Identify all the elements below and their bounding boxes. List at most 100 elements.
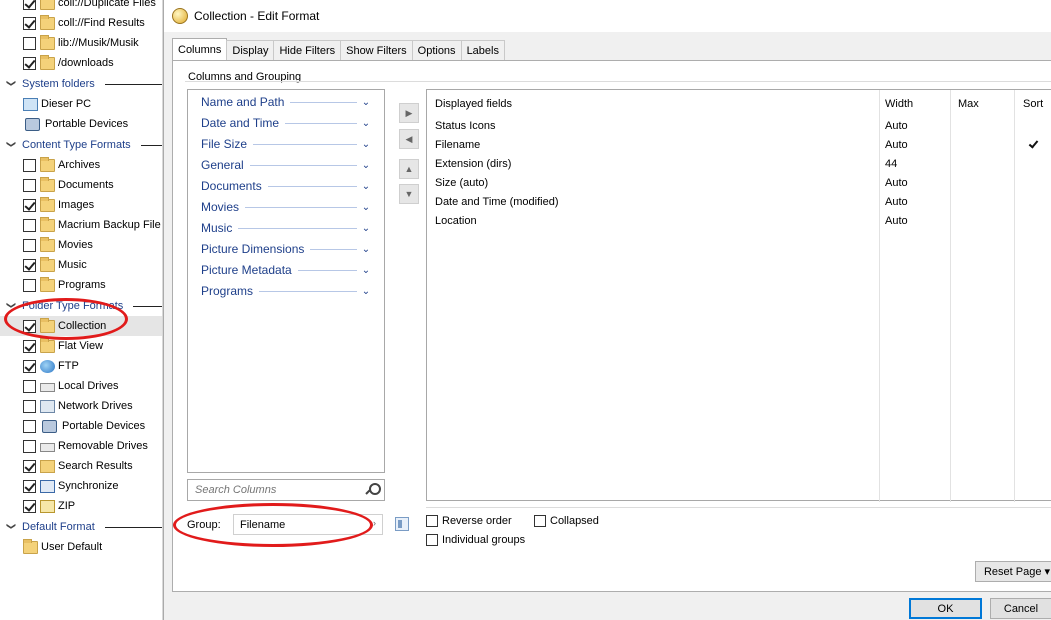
tree-item-lib-musik-musik[interactable]: lib://Musik/Musik (0, 33, 162, 53)
reverse-order-option[interactable]: Reverse order (426, 515, 512, 527)
field-row[interactable]: Extension (dirs) 44 (427, 155, 1051, 174)
reverse-order-checkbox[interactable] (426, 515, 438, 527)
chevron-down-icon[interactable]: ⌄ (361, 244, 371, 255)
chevron-down-icon[interactable]: ⌄ (361, 265, 371, 276)
column-category-item[interactable]: File Size ⌄ (201, 135, 371, 153)
tree-item-checkbox[interactable] (23, 459, 36, 473)
tree-item-checkbox[interactable] (23, 439, 36, 453)
tree-group-header[interactable]: ❯ Default Format (0, 517, 162, 537)
tab-show-filters[interactable]: Show Filters (340, 40, 413, 60)
column-category-item[interactable]: General ⌄ (201, 156, 371, 174)
tree-item-archives[interactable]: Archives (0, 155, 162, 175)
tree-item-synchronize[interactable]: Synchronize (0, 476, 162, 496)
tree-item-user-default[interactable]: User Default (0, 537, 162, 557)
tree-item-checkbox[interactable] (23, 499, 36, 513)
chevron-down-icon[interactable]: ❯ (6, 522, 17, 532)
chevron-down-icon[interactable]: ⌄ (361, 160, 371, 171)
tree-item-checkbox[interactable] (23, 198, 36, 212)
group-settings-icon[interactable] (395, 517, 409, 531)
tree-item-movies[interactable]: Movies (0, 235, 162, 255)
chevron-down-icon[interactable]: ⌄ (361, 181, 371, 192)
chevron-down-icon[interactable]: ⌄ (361, 97, 371, 108)
tree-item-documents[interactable]: Documents (0, 175, 162, 195)
tree-item-portable-devices[interactable]: Portable Devices (0, 114, 162, 134)
field-row[interactable]: Location Auto (427, 212, 1051, 231)
tree-item-checkbox[interactable] (23, 479, 36, 493)
column-category-item[interactable]: Programs ⌄ (201, 282, 371, 300)
add-column-button[interactable]: ▶ (399, 103, 419, 123)
tree-item-dieser-pc[interactable]: Dieser PC (0, 94, 162, 114)
tab-columns[interactable]: Columns (172, 38, 228, 60)
tree-item-zip[interactable]: ZIP (0, 496, 162, 516)
tree-item-music[interactable]: Music (0, 255, 162, 275)
column-category-item[interactable]: Movies ⌄ (201, 198, 371, 216)
chevron-down-icon[interactable]: ⌄ (361, 118, 371, 129)
header-displayed-fields[interactable]: Displayed fields (435, 98, 512, 110)
tree-item-local-drives[interactable]: Local Drives (0, 376, 162, 396)
tree-item-images[interactable]: Images (0, 195, 162, 215)
tree-item-checkbox[interactable] (23, 0, 36, 10)
column-category-item[interactable]: Picture Dimensions ⌄ (201, 240, 371, 258)
chevron-down-icon[interactable]: ⌄ (361, 223, 371, 234)
tree-item-programs[interactable]: Programs (0, 275, 162, 295)
tree-item-checkbox[interactable] (23, 218, 36, 232)
tree-item-checkbox[interactable] (23, 56, 36, 70)
chevron-down-icon[interactable]: ⌄ (361, 202, 371, 213)
move-up-button[interactable]: ▲ (399, 159, 419, 179)
tree-item-macrium-backup-file[interactable]: Macrium Backup File (0, 215, 162, 235)
tree-item-checkbox[interactable] (23, 339, 36, 353)
column-category-item[interactable]: Music ⌄ (201, 219, 371, 237)
search-icon[interactable] (366, 483, 381, 495)
search-columns-box[interactable] (187, 479, 385, 501)
tree-item-checkbox[interactable] (23, 399, 36, 413)
tab-labels[interactable]: Labels (460, 40, 505, 60)
chevron-down-icon[interactable]: ⌄ (361, 139, 371, 150)
move-down-button[interactable]: ▼ (399, 184, 419, 204)
tree-item-removable-drives[interactable]: Removable Drives (0, 436, 162, 456)
collapsed-option[interactable]: Collapsed (534, 515, 599, 527)
tree-item-coll-find-results[interactable]: coll://Find Results (0, 13, 162, 33)
tree-item-checkbox[interactable] (23, 359, 36, 373)
tree-item-downloads[interactable]: /downloads (0, 53, 162, 73)
tree-group-header[interactable]: ❯ Content Type Formats (0, 135, 162, 155)
tree-item-coll-duplicate-files[interactable]: coll://Duplicate Files (0, 0, 162, 13)
remove-column-button[interactable]: ◀ (399, 129, 419, 149)
header-width[interactable]: Width (885, 98, 913, 110)
cancel-button[interactable]: Cancel (990, 598, 1051, 619)
field-row[interactable]: Filename Auto (427, 136, 1051, 155)
tree-group-header[interactable]: ❯ System folders (0, 74, 162, 94)
collapsed-checkbox[interactable] (534, 515, 546, 527)
tree-item-checkbox[interactable] (23, 419, 36, 433)
tree-item-checkbox[interactable] (23, 158, 36, 172)
field-row[interactable]: Size (auto) Auto (427, 174, 1051, 193)
individual-groups-checkbox[interactable] (426, 534, 438, 546)
field-row[interactable]: Date and Time (modified) Auto (427, 193, 1051, 212)
chevron-down-icon[interactable]: ❯ (6, 79, 17, 89)
tab-hide-filters[interactable]: Hide Filters (273, 40, 342, 60)
column-category-item[interactable]: Date and Time ⌄ (201, 114, 371, 132)
tree-item-ftp[interactable]: FTP (0, 356, 162, 376)
reset-page-button[interactable]: Reset Page ▾ (975, 561, 1051, 582)
tab-display[interactable]: Display (226, 40, 275, 60)
column-category-item[interactable]: Picture Metadata ⌄ (201, 261, 371, 279)
column-category-item[interactable]: Documents ⌄ (201, 177, 371, 195)
tree-item-checkbox[interactable] (23, 258, 36, 272)
header-sort[interactable]: Sort (1023, 98, 1043, 110)
tree-item-search-results[interactable]: Search Results (0, 456, 162, 476)
chevron-down-icon[interactable]: ⌄ (361, 286, 371, 297)
ok-button[interactable]: OK (909, 598, 982, 619)
chevron-down-icon[interactable]: ❯ (6, 140, 17, 150)
tree-item-checkbox[interactable] (23, 16, 36, 30)
individual-groups-option[interactable]: Individual groups (426, 534, 525, 546)
tree-item-checkbox[interactable] (23, 178, 36, 192)
column-category-item[interactable]: Name and Path ⌄ (201, 93, 371, 111)
tree-item-portable-devices[interactable]: Portable Devices (0, 416, 162, 436)
tree-item-checkbox[interactable] (23, 238, 36, 252)
header-max[interactable]: Max (958, 98, 979, 110)
tree-item-checkbox[interactable] (23, 379, 36, 393)
tab-options[interactable]: Options (411, 40, 462, 60)
search-columns-input[interactable] (193, 483, 361, 497)
field-row[interactable]: Status Icons Auto (427, 117, 1051, 136)
tree-item-checkbox[interactable] (23, 278, 36, 292)
tree-item-network-drives[interactable]: Network Drives (0, 396, 162, 416)
